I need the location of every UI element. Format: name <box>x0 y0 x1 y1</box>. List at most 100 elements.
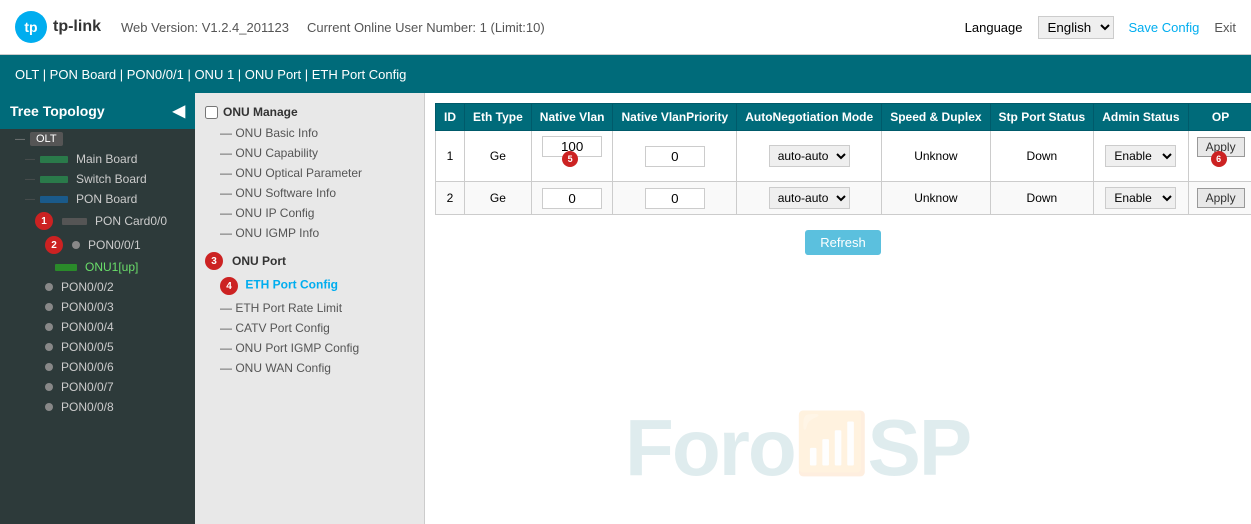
watermark-text2: SP <box>867 402 970 494</box>
badge-3: 3 <box>205 252 223 270</box>
pon001-label: PON0/0/1 <box>88 238 141 252</box>
sidebar-item-switch-board[interactable]: — Switch Board <box>0 169 195 189</box>
cell-stp-1: Down <box>990 131 1094 182</box>
menu-onu-capability[interactable]: — ONU Capability <box>195 143 424 163</box>
menu-catv-port-config[interactable]: — CATV Port Config <box>195 318 424 338</box>
cell-native-vlan-2 <box>531 182 613 215</box>
vlan-priority-input-2[interactable] <box>645 188 705 209</box>
port-dot-pon005 <box>45 343 53 351</box>
olt-label: OLT <box>30 132 63 146</box>
sidebar-item-main-board[interactable]: — Main Board <box>0 149 195 169</box>
port-dot-pon003 <box>45 303 53 311</box>
refresh-button[interactable]: Refresh <box>805 230 881 255</box>
cell-op-1: Apply 6 <box>1188 131 1251 182</box>
badge-5: 5 <box>562 151 578 167</box>
col-op: OP <box>1188 104 1251 131</box>
native-vlan-input-2[interactable] <box>542 188 602 209</box>
col-admin-status: Admin Status <box>1094 104 1188 131</box>
sidebar: Tree Topology ◀ — OLT — Main Board — Swi… <box>0 93 195 524</box>
content-area: ONU Manage — ONU Basic Info — ONU Capabi… <box>195 93 1251 524</box>
menu-onu-optical-param[interactable]: — ONU Optical Parameter <box>195 163 424 183</box>
eth-port-table: ID Eth Type Native Vlan Native VlanPrior… <box>435 103 1251 215</box>
menu-onu-ip-config[interactable]: — ONU IP Config <box>195 203 424 223</box>
auto-neg-select-1[interactable]: auto-auto 100-full 10-full 10-half 100-h… <box>769 145 850 167</box>
admin-status-select-1[interactable]: Enable Disable <box>1105 145 1176 167</box>
refresh-area: Refresh <box>435 230 1241 255</box>
wifi-icon: 📶 <box>795 408 868 479</box>
cell-vlan-priority-2 <box>613 182 737 215</box>
onu-manage-checkbox[interactable] <box>205 106 218 119</box>
cell-id-2: 2 <box>436 182 465 215</box>
eth-port-config-label: ETH Port Config <box>245 278 338 292</box>
language-label: Language <box>965 20 1023 35</box>
menu-group-onu-port: 3 ONU Port 4 ETH Port Config — ETH Port … <box>195 248 424 378</box>
sidebar-item-pon007[interactable]: PON0/0/7 <box>0 377 195 397</box>
cell-eth-type-1: Ge <box>465 131 532 182</box>
sidebar-item-pon004[interactable]: PON0/0/4 <box>0 317 195 337</box>
language-select[interactable]: English <box>1038 16 1114 39</box>
sidebar-title: Tree Topology <box>10 103 105 119</box>
apply-button-2[interactable]: Apply <box>1197 188 1245 208</box>
watermark: Foro 📶 SP <box>625 402 970 494</box>
pon002-label: PON0/0/2 <box>61 280 114 294</box>
sidebar-item-onu1[interactable]: ONU1[up] <box>0 257 195 277</box>
sidebar-item-pon006[interactable]: PON0/0/6 <box>0 357 195 377</box>
onu-port-label: ONU Port <box>232 254 286 268</box>
sidebar-item-pon008[interactable]: PON0/0/8 <box>0 397 195 417</box>
port-dot-pon008 <box>45 403 53 411</box>
menu-onu-igmp-info[interactable]: — ONU IGMP Info <box>195 223 424 243</box>
menu-onu-port-igmp[interactable]: — ONU Port IGMP Config <box>195 338 424 358</box>
menu-onu-basic-info[interactable]: — ONU Basic Info <box>195 123 424 143</box>
sidebar-item-pon003[interactable]: PON0/0/3 <box>0 297 195 317</box>
auto-neg-select-2[interactable]: auto-auto 100-full 10-full 10-half 100-h… <box>769 187 850 209</box>
menu-onu-manage-header[interactable]: ONU Manage <box>195 101 424 123</box>
pon007-label: PON0/0/7 <box>61 380 114 394</box>
menu-eth-port-config[interactable]: 4 ETH Port Config <box>195 274 424 298</box>
table-row: 2 Ge auto-auto 100-full 10-ful <box>436 182 1251 215</box>
menu-onu-software-info[interactable]: — ONU Software Info <box>195 183 424 203</box>
header-right: Language English Save Config Exit <box>965 16 1236 39</box>
table-row: 1 Ge 5 auto-auto 100-full <box>436 131 1251 182</box>
cell-speed-1: Unknow <box>882 131 990 182</box>
cell-stp-2: Down <box>990 182 1094 215</box>
badge-4: 4 <box>220 277 238 295</box>
vlan-priority-input-1[interactable] <box>645 146 705 167</box>
pon005-label: PON0/0/5 <box>61 340 114 354</box>
tp-link-icon: tp <box>15 11 47 43</box>
admin-status-select-2[interactable]: Enable Disable <box>1105 187 1176 209</box>
save-config-link[interactable]: Save Config <box>1129 20 1200 35</box>
port-dot-pon004 <box>45 323 53 331</box>
badge-1: 1 <box>35 212 53 230</box>
left-menu: ONU Manage — ONU Basic Info — ONU Capabi… <box>195 93 425 524</box>
header-info: Web Version: V1.2.4_201123 Current Onlin… <box>121 20 945 35</box>
online-user: Current Online User Number: 1 (Limit:10) <box>307 20 545 35</box>
port-dot-pon007 <box>45 383 53 391</box>
sidebar-header: Tree Topology ◀ <box>0 93 195 129</box>
menu-eth-port-rate[interactable]: — ETH Port Rate Limit <box>195 298 424 318</box>
pon008-label: PON0/0/8 <box>61 400 114 414</box>
cell-admin-1: Enable Disable <box>1094 131 1188 182</box>
breadcrumb: OLT | PON Board | PON0/0/1 | ONU 1 | ONU… <box>0 55 1251 93</box>
watermark-text: Foro <box>625 402 795 494</box>
cell-admin-2: Enable Disable <box>1094 182 1188 215</box>
menu-onu-port-header[interactable]: 3 ONU Port <box>195 248 424 274</box>
col-id: ID <box>436 104 465 131</box>
sidebar-item-pon005[interactable]: PON0/0/5 <box>0 337 195 357</box>
switch-board-label: Switch Board <box>76 172 147 186</box>
cell-vlan-priority-1 <box>613 131 737 182</box>
col-native-vlan-priority: Native VlanPriority <box>613 104 737 131</box>
sidebar-item-pon002[interactable]: PON0/0/2 <box>0 277 195 297</box>
sidebar-item-pon-board[interactable]: — PON Board <box>0 189 195 209</box>
cell-id-1: 1 <box>436 131 465 182</box>
onu1-label: ONU1[up] <box>85 260 138 274</box>
sidebar-item-olt[interactable]: — OLT <box>0 129 195 149</box>
menu-onu-wan-config[interactable]: — ONU WAN Config <box>195 358 424 378</box>
cell-native-vlan-1: 5 <box>531 131 613 182</box>
badge-2: 2 <box>45 236 63 254</box>
exit-btn[interactable]: Exit <box>1214 20 1236 35</box>
sidebar-collapse-arrow[interactable]: ◀ <box>173 101 185 121</box>
sidebar-item-pon-card[interactable]: 1 PON Card0/0 <box>0 209 195 233</box>
main-panel: ID Eth Type Native Vlan Native VlanPrior… <box>425 93 1251 524</box>
port-dot-pon002 <box>45 283 53 291</box>
sidebar-item-pon001[interactable]: 2 PON0/0/1 <box>0 233 195 257</box>
